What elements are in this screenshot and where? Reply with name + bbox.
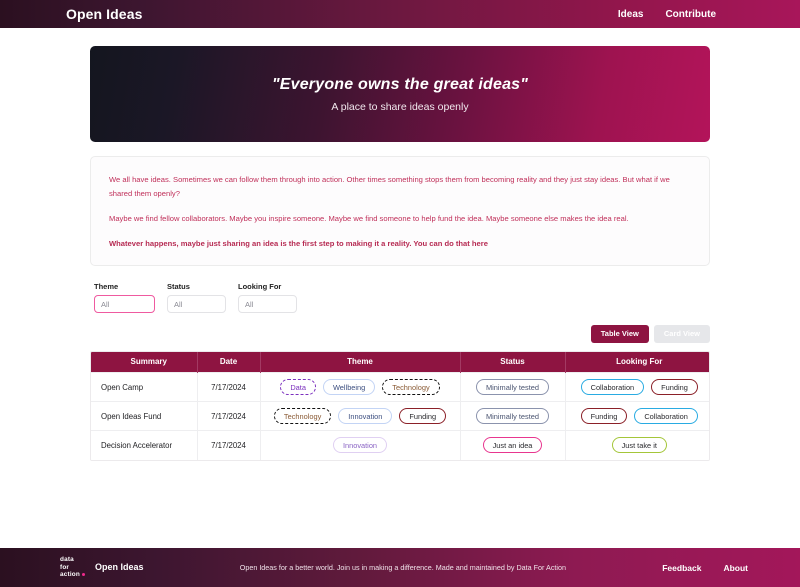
site-footer: data for action Open Ideas Open Ideas fo… bbox=[0, 548, 800, 587]
logo-line-2: for bbox=[60, 563, 70, 571]
tag-group: Innovation bbox=[261, 437, 460, 454]
nav-link-ideas[interactable]: Ideas bbox=[618, 9, 644, 20]
cell-looking-for: Collaboration Funding bbox=[565, 372, 710, 402]
tag-group: Collaboration Funding bbox=[566, 379, 710, 396]
data-for-action-logo[interactable]: data for action bbox=[60, 556, 86, 579]
tag-group: Just an idea bbox=[461, 437, 565, 454]
cell-status: Just an idea bbox=[460, 430, 566, 460]
filter-theme-select[interactable]: All bbox=[94, 295, 155, 314]
table-row[interactable]: Decision Accelerator 7/17/2024 Innovation J… bbox=[91, 430, 710, 460]
tag-group: Just take it bbox=[566, 437, 710, 454]
tag-group: Technology Innovation Funding bbox=[261, 408, 460, 425]
tag-chip[interactable]: Just take it bbox=[611, 437, 667, 454]
tag-group: Funding Collaboration bbox=[566, 408, 710, 425]
filter-looking-for-select[interactable]: All bbox=[238, 295, 297, 314]
tag-chip[interactable]: Funding bbox=[399, 408, 447, 425]
filter-looking-for: Looking For All bbox=[238, 282, 297, 314]
cell-theme: Data Wellbeing Technology bbox=[260, 372, 461, 402]
filter-theme-label: Theme bbox=[94, 282, 119, 292]
logo-line-3-wrap: action bbox=[60, 571, 86, 579]
filter-status-select[interactable]: All bbox=[167, 295, 226, 314]
filter-looking-for-label: Looking For bbox=[238, 282, 282, 292]
filter-status-label: Status bbox=[167, 282, 190, 292]
tag-chip[interactable]: Technology bbox=[273, 408, 332, 425]
tag-chip[interactable]: Innovation bbox=[332, 437, 388, 454]
filter-status: Status All bbox=[167, 282, 226, 314]
footer-tagline: Open Ideas for a better world. Join us i… bbox=[239, 563, 567, 572]
cell-theme: Technology Innovation Funding bbox=[260, 401, 461, 431]
tag-chip[interactable]: Innovation bbox=[338, 408, 393, 425]
intro-card: We all have ideas. Sometimes we can foll… bbox=[90, 156, 710, 267]
tag-group: Minimally tested bbox=[461, 379, 565, 396]
brand-logo[interactable]: Open Ideas bbox=[66, 6, 142, 22]
table-row[interactable]: Open Camp 7/17/2024 Data Wellbeing Technolog… bbox=[91, 372, 710, 402]
ideas-table-body: Open Camp 7/17/2024 Data Wellbeing Technolog… bbox=[91, 372, 710, 460]
tag-chip[interactable]: Wellbeing bbox=[322, 379, 376, 396]
tag-chip[interactable]: Funding bbox=[580, 408, 628, 425]
nav-link-contribute[interactable]: Contribute bbox=[665, 9, 716, 20]
footer-link-about[interactable]: About bbox=[723, 563, 748, 573]
logo-line-1: data bbox=[60, 556, 74, 564]
tag-chip[interactable]: Collaboration bbox=[634, 408, 698, 425]
table-view-button[interactable]: Table View bbox=[590, 325, 649, 343]
table-header-row: Summary Date Theme Status Looking For bbox=[91, 351, 709, 373]
cell-status: Minimally tested bbox=[460, 372, 566, 402]
ideas-table-wrapper: Summary Date Theme Status Looking For Op… bbox=[90, 350, 710, 461]
tag-chip[interactable]: Data bbox=[280, 379, 316, 396]
tag-chip[interactable]: Minimally tested bbox=[476, 379, 549, 396]
tag-chip[interactable]: Technology bbox=[382, 379, 440, 396]
ideas-table: Summary Date Theme Status Looking For Op… bbox=[91, 351, 710, 460]
footer-link-feedback[interactable]: Feedback bbox=[662, 563, 701, 573]
ideas-table-head: Summary Date Theme Status Looking For bbox=[91, 351, 709, 373]
table-row[interactable]: Open Ideas Fund 7/17/2024 Technology Innova… bbox=[91, 401, 710, 431]
logo-line-3: action bbox=[60, 571, 81, 579]
column-header-theme[interactable]: Theme bbox=[260, 351, 461, 373]
content-container: "Everyone owns the great ideas" A place … bbox=[90, 46, 710, 461]
main-content: "Everyone owns the great ideas" A place … bbox=[0, 28, 800, 548]
main-nav: Ideas Contribute bbox=[618, 9, 716, 20]
hero-title: "Everyone owns the great ideas" bbox=[271, 75, 529, 93]
hero-subtitle: A place to share ideas openly bbox=[331, 100, 469, 113]
column-header-date[interactable]: Date bbox=[197, 351, 261, 373]
cell-status: Minimally tested bbox=[460, 401, 566, 431]
intro-paragraph-2: Maybe we find fellow collaborators. Mayb… bbox=[109, 214, 629, 224]
cell-looking-for: Just take it bbox=[565, 430, 710, 460]
filter-bar: Theme All Status All Looking For All bbox=[90, 282, 710, 314]
hero-banner: "Everyone owns the great ideas" A place … bbox=[90, 46, 710, 142]
tag-chip[interactable]: Funding bbox=[651, 379, 698, 396]
footer-links: Feedback About bbox=[662, 563, 748, 573]
intro-paragraph-1: We all have ideas. Sometimes we can foll… bbox=[109, 175, 670, 199]
cell-theme: Innovation bbox=[260, 430, 461, 460]
tag-chip[interactable]: Collaboration bbox=[580, 379, 645, 396]
tag-chip[interactable]: Just an idea bbox=[482, 437, 543, 454]
cell-summary: Decision Accelerator bbox=[91, 430, 198, 460]
page-root: Open Ideas Ideas Contribute "Everyone ow… bbox=[0, 0, 800, 587]
cell-date: 7/17/2024 bbox=[197, 430, 261, 460]
logo-dot-icon bbox=[81, 572, 86, 577]
tag-chip[interactable]: Minimally tested bbox=[476, 408, 549, 425]
column-header-summary[interactable]: Summary bbox=[91, 351, 198, 373]
filter-theme: Theme All bbox=[94, 282, 155, 314]
cell-date: 7/17/2024 bbox=[197, 401, 261, 431]
card-view-button[interactable]: Card View bbox=[653, 325, 710, 343]
footer-left: data for action Open Ideas bbox=[60, 556, 144, 578]
footer-brand: Open Ideas bbox=[95, 562, 144, 573]
tag-group: Data Wellbeing Technology bbox=[261, 379, 460, 396]
site-header: Open Ideas Ideas Contribute bbox=[0, 0, 800, 28]
cell-summary: Open Ideas Fund bbox=[91, 401, 198, 431]
column-header-looking-for[interactable]: Looking For bbox=[565, 351, 709, 373]
cell-date: 7/17/2024 bbox=[197, 372, 261, 402]
view-toggle-group: Table View Card View bbox=[90, 325, 710, 343]
column-header-status[interactable]: Status bbox=[460, 351, 566, 373]
intro-paragraph-3: Whatever happens, maybe just sharing an … bbox=[109, 239, 488, 249]
cell-looking-for: Funding Collaboration bbox=[565, 401, 710, 431]
tag-group: Minimally tested bbox=[461, 408, 565, 425]
cell-summary: Open Camp bbox=[91, 372, 198, 402]
